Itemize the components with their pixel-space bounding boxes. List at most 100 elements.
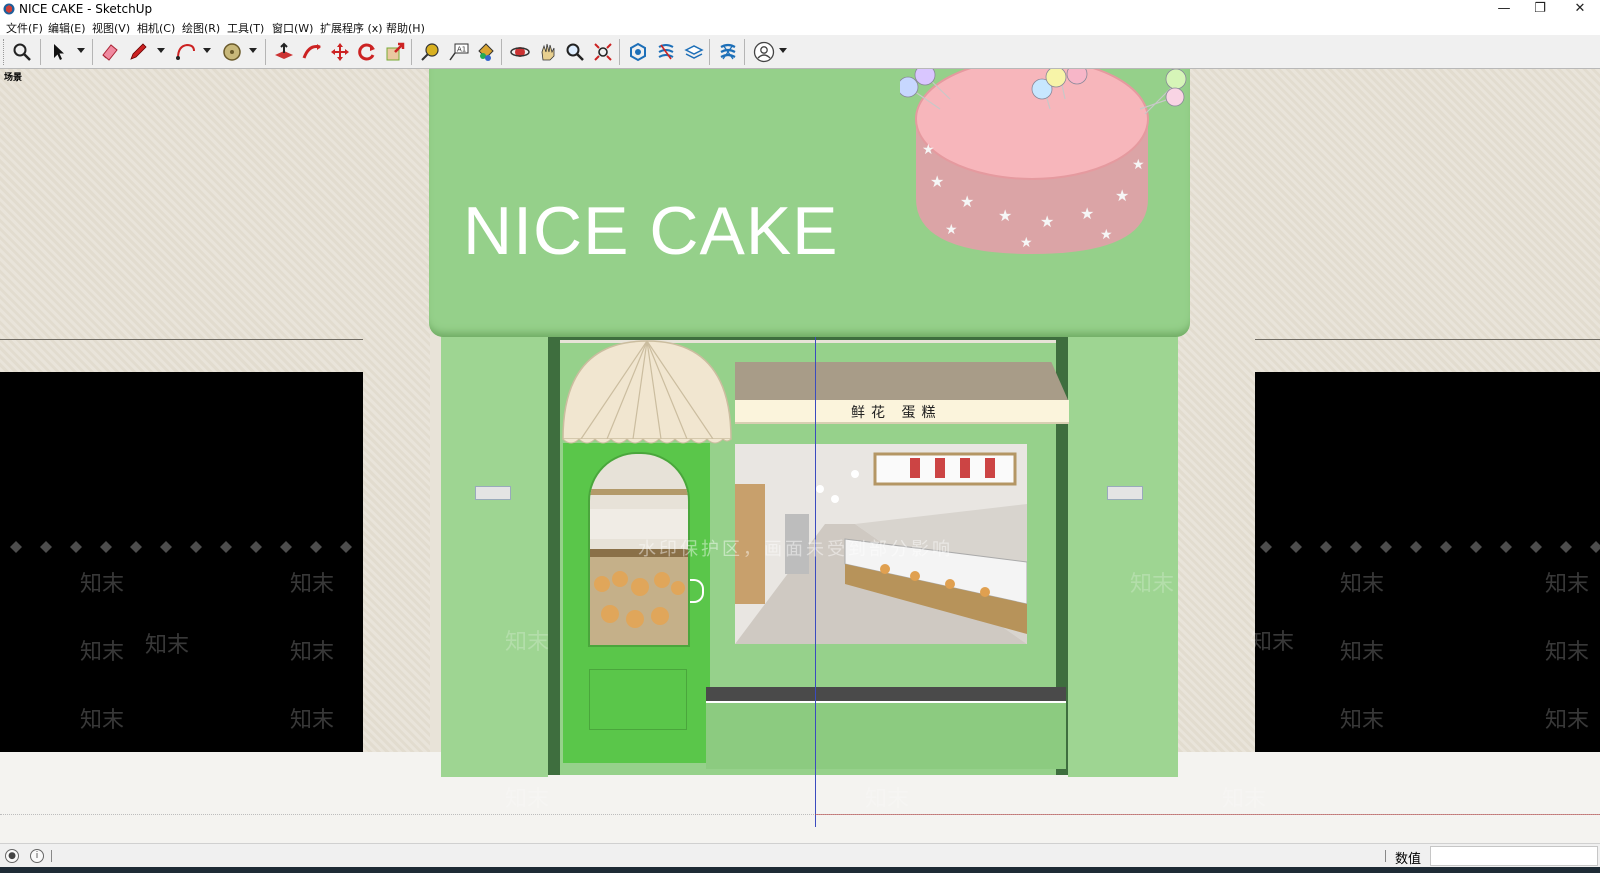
blue-axis-line bbox=[815, 337, 816, 827]
watermark-brand: 知末 bbox=[505, 630, 550, 655]
door-frame-left bbox=[548, 334, 560, 775]
scale-icon[interactable] bbox=[383, 40, 407, 64]
styles-icon[interactable] bbox=[716, 40, 740, 64]
rotate-icon[interactable] bbox=[355, 40, 379, 64]
text-label-icon[interactable]: A1 bbox=[446, 40, 470, 64]
line-dropdown-icon[interactable] bbox=[157, 48, 165, 53]
geolocation-icon[interactable]: ● bbox=[5, 849, 19, 863]
watermark-brand: 知末 bbox=[1222, 787, 1267, 812]
watermark-brand: 知末 bbox=[145, 633, 190, 658]
cake-sculpture: ★★★ ★ ★★ ★★ ★ ★★ bbox=[900, 69, 1187, 254]
arc-dropdown-icon[interactable] bbox=[203, 48, 211, 53]
pan-icon[interactable] bbox=[536, 40, 560, 64]
eraser-icon[interactable] bbox=[98, 40, 122, 64]
dome-awning bbox=[562, 340, 732, 444]
account-icon[interactable] bbox=[752, 40, 776, 64]
zoom-tool-icon[interactable] bbox=[563, 40, 587, 64]
warehouse-icon[interactable] bbox=[626, 40, 650, 64]
arc-icon[interactable] bbox=[174, 40, 198, 64]
flat-awning-top bbox=[735, 362, 1068, 400]
shape-circle-icon[interactable] bbox=[220, 40, 244, 64]
menu-extensions[interactable]: 扩展程序 (x) bbox=[320, 20, 383, 36]
toolbar-separator bbox=[619, 39, 620, 65]
menu-window[interactable]: 窗口(W) bbox=[272, 20, 313, 36]
info-icon[interactable]: i bbox=[30, 849, 44, 863]
menu-view[interactable]: 视图(V) bbox=[92, 20, 130, 36]
minimize-button[interactable]: — bbox=[1486, 0, 1522, 18]
watermark-brand: 知末 bbox=[80, 708, 125, 733]
svg-text:★: ★ bbox=[1132, 157, 1145, 173]
svg-text:A1: A1 bbox=[457, 46, 466, 54]
menu-tools[interactable]: 工具(T) bbox=[227, 20, 264, 36]
door-panel bbox=[589, 669, 687, 730]
svg-text:★: ★ bbox=[1100, 227, 1113, 243]
push-pull-icon[interactable] bbox=[272, 40, 296, 64]
watermark-brand: 知末 bbox=[1545, 640, 1590, 665]
watermark-brand: 知末 bbox=[80, 572, 125, 597]
title-bar: NICE CAKE - SketchUp — ❐ ✕ bbox=[0, 0, 1600, 18]
svg-text:★: ★ bbox=[1040, 212, 1054, 231]
watermark-brand: 知末 bbox=[1545, 572, 1590, 597]
toolbar-separator bbox=[265, 39, 266, 65]
toolbar-separator bbox=[501, 39, 502, 65]
status-separator bbox=[51, 850, 52, 862]
shape-dropdown-icon[interactable] bbox=[249, 48, 257, 53]
sign-text: NICE CAKE bbox=[463, 193, 839, 269]
layout-icon[interactable] bbox=[682, 40, 706, 64]
toolbar-grip[interactable] bbox=[3, 39, 6, 65]
model-viewport[interactable]: NICE CAKE 鲜花 蛋糕 ★ ★ ★ ★ ★ ★ ★ ★ ★ ★ ★ 水印… bbox=[0, 69, 1600, 843]
display-counter bbox=[706, 703, 1066, 769]
watermark-brand: 知末 bbox=[290, 640, 335, 665]
maximize-button[interactable]: ❐ bbox=[1522, 0, 1558, 18]
select-dropdown-icon[interactable] bbox=[77, 48, 85, 53]
menu-edit[interactable]: 编辑(E) bbox=[48, 20, 86, 36]
orbit-icon[interactable] bbox=[508, 40, 532, 64]
paint-bucket-icon[interactable] bbox=[474, 40, 498, 64]
svg-text:★: ★ bbox=[1080, 204, 1094, 223]
watermark-brand: 知末 bbox=[1340, 572, 1385, 597]
toolbar-separator bbox=[709, 39, 710, 65]
watermark-brand: 知末 bbox=[290, 708, 335, 733]
scene-tab[interactable]: 场景 bbox=[4, 70, 22, 83]
tape-measure-icon[interactable] bbox=[418, 40, 442, 64]
zoom-icon[interactable] bbox=[10, 40, 34, 64]
svg-text:★: ★ bbox=[1020, 235, 1033, 251]
menu-help[interactable]: 帮助(H) bbox=[386, 20, 425, 36]
dark-window-left bbox=[0, 372, 363, 753]
account-dropdown-icon[interactable] bbox=[779, 48, 787, 53]
svg-text:★: ★ bbox=[960, 192, 974, 211]
svg-text:★: ★ bbox=[945, 222, 958, 238]
toolbar: A1 bbox=[0, 35, 1600, 69]
menu-camera[interactable]: 相机(C) bbox=[137, 20, 175, 36]
menu-file[interactable]: 文件(F) bbox=[6, 20, 43, 36]
svg-text:★: ★ bbox=[922, 142, 935, 158]
measurements-label: 数值 bbox=[1395, 852, 1422, 867]
svg-text:★: ★ bbox=[1115, 186, 1129, 205]
toolbar-separator bbox=[40, 39, 41, 65]
menu-draw[interactable]: 绘图(R) bbox=[182, 20, 220, 36]
watermark-brand: 知末 bbox=[1340, 708, 1385, 733]
display-counter-top bbox=[706, 687, 1066, 704]
status-bar: ● i 数值 bbox=[0, 843, 1600, 868]
follow-me-icon[interactable] bbox=[300, 40, 324, 64]
pencil-line-icon[interactable] bbox=[126, 40, 150, 64]
toolbar-separator bbox=[92, 39, 93, 65]
watermark-brand: 知末 bbox=[865, 787, 910, 812]
move-icon[interactable] bbox=[328, 40, 352, 64]
toolbar-separator bbox=[744, 39, 745, 65]
watermark-brand: 知末 bbox=[290, 572, 335, 597]
dark-window-right bbox=[1255, 372, 1600, 753]
os-taskbar bbox=[0, 867, 1600, 873]
measurements-input[interactable] bbox=[1430, 846, 1598, 866]
watermark-brand: 知末 bbox=[80, 640, 125, 665]
window-title: NICE CAKE - SketchUp bbox=[19, 2, 153, 16]
zoom-extents-icon[interactable] bbox=[591, 40, 615, 64]
select-arrow-icon[interactable] bbox=[47, 40, 71, 64]
extension-warehouse-icon[interactable] bbox=[654, 40, 678, 64]
watermark-brand: 知末 bbox=[1545, 708, 1590, 733]
status-separator bbox=[1385, 850, 1386, 862]
close-button[interactable]: ✕ bbox=[1562, 0, 1598, 18]
red-axis-line bbox=[815, 814, 1600, 815]
svg-text:★: ★ bbox=[998, 206, 1012, 225]
watermark-brand: 知末 bbox=[505, 787, 550, 812]
